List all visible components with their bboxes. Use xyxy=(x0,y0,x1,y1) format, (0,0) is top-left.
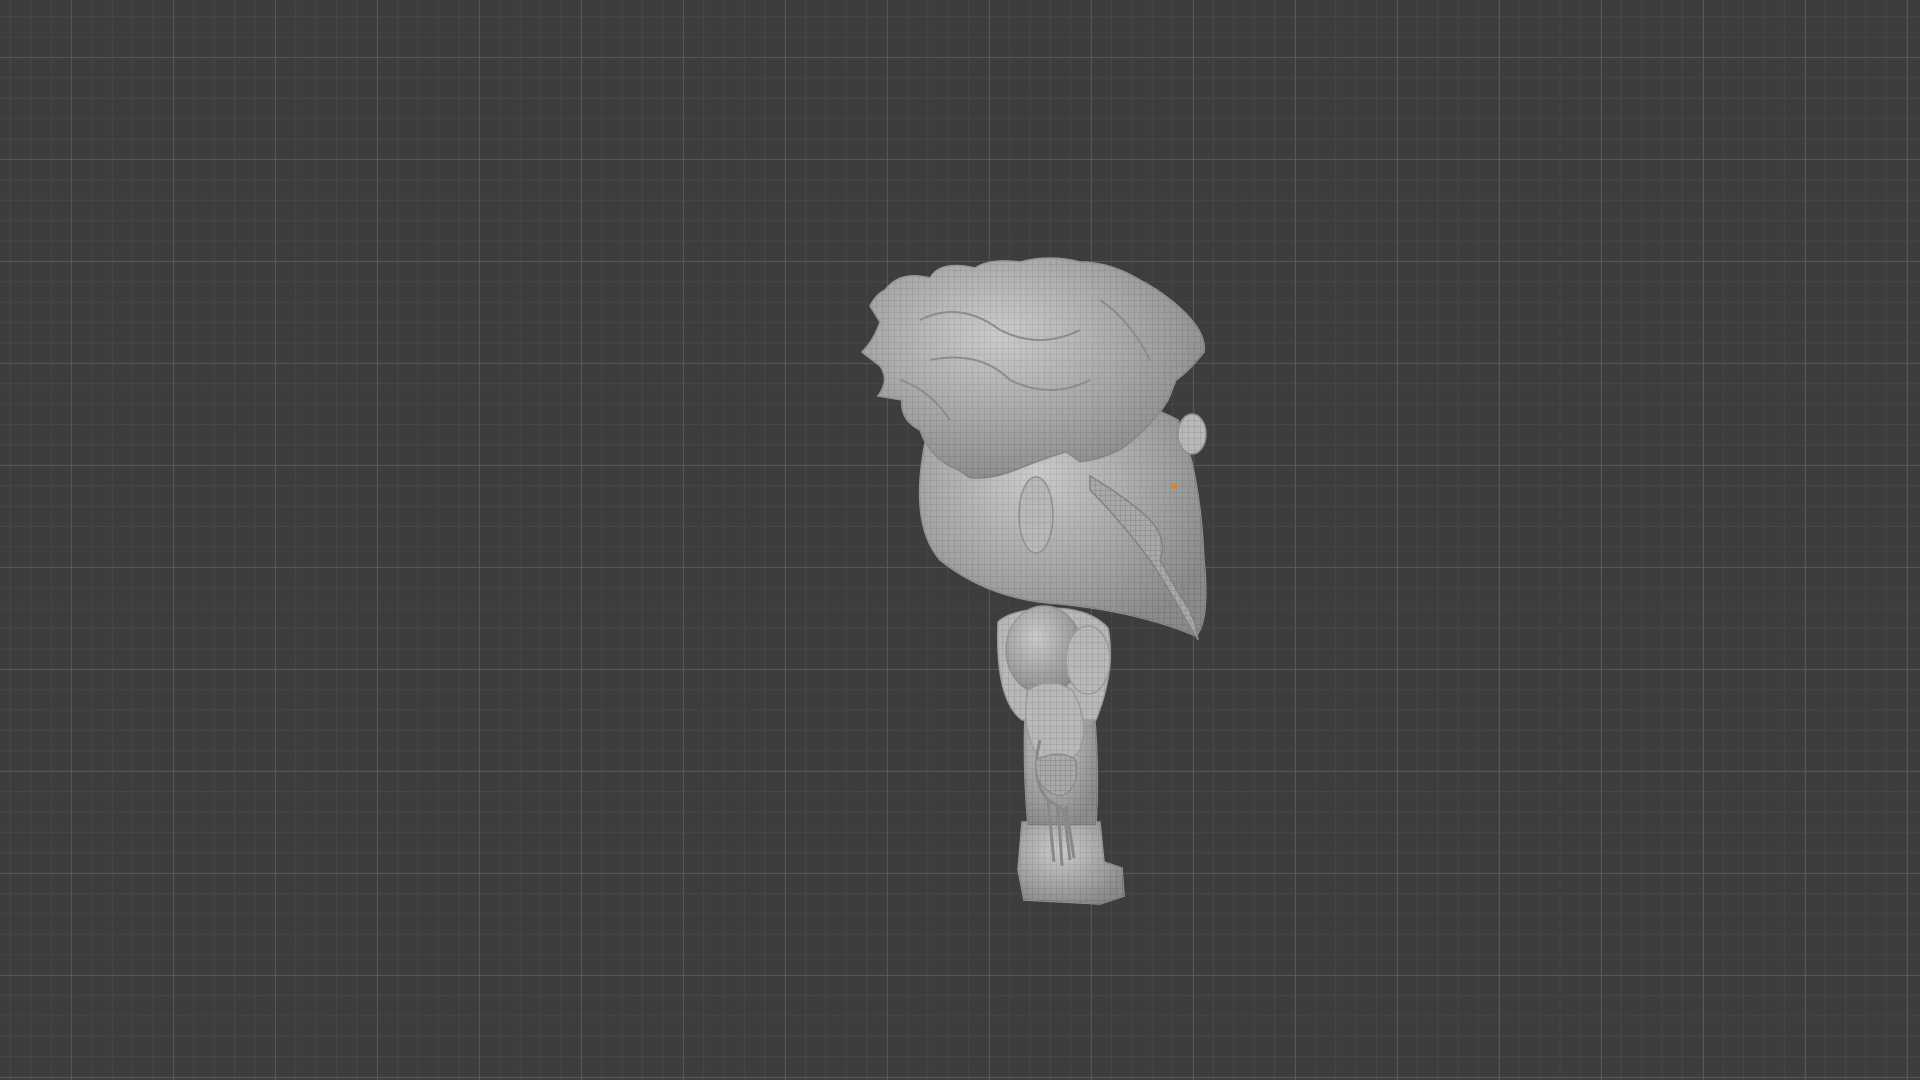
mesh-figure[interactable] xyxy=(0,0,1920,1080)
3d-viewport[interactable] xyxy=(0,0,1920,1080)
